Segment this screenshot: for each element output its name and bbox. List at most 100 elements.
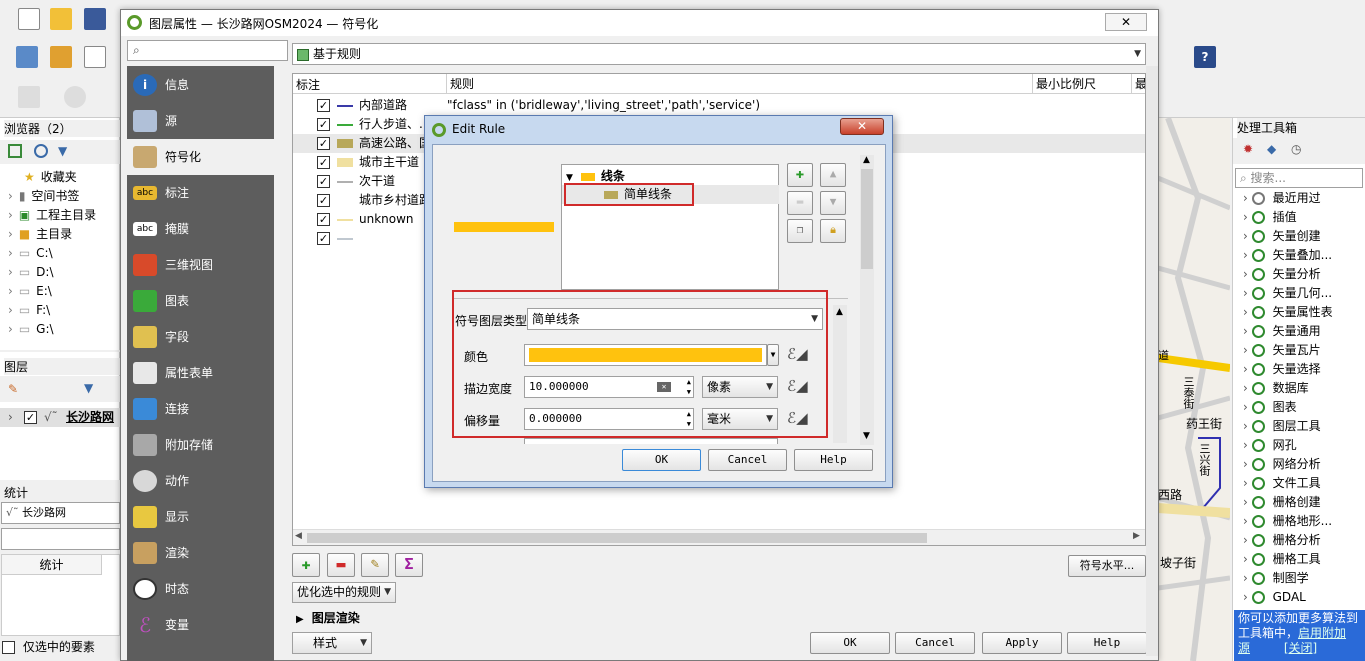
tree-item[interactable]: › ▭ C:\	[0, 244, 53, 263]
tree-item[interactable]: › ▭ D:\	[0, 263, 53, 282]
processing-item[interactable]: › 矢量通用	[1235, 322, 1321, 341]
nav-item-mask[interactable]: abc 掩膜	[127, 211, 274, 247]
filter-icon[interactable]: ▼	[58, 144, 67, 158]
tree-item[interactable]: › ▭ E:\	[0, 282, 52, 301]
nav-item-fields[interactable]: 字段	[127, 319, 274, 355]
processing-item[interactable]: › 制图学	[1235, 569, 1309, 588]
move-up-button[interactable]: ▲	[820, 163, 846, 187]
close-icon[interactable]: ✕	[1105, 13, 1147, 31]
only-selected-checkbox[interactable]	[2, 641, 15, 654]
nav-item-variables[interactable]: ℰ 变量	[127, 607, 274, 643]
style-select[interactable]: 样式 ▼	[292, 632, 372, 654]
nav-item-display[interactable]: 显示	[127, 499, 274, 535]
rule-checkbox[interactable]: ✓	[317, 99, 330, 112]
processing-item[interactable]: › GDAL	[1235, 588, 1306, 607]
processing-item[interactable]: › 矢量分析	[1235, 265, 1321, 284]
help-icon[interactable]: ?	[1194, 46, 1216, 68]
move-down-button[interactable]: ▼	[820, 191, 846, 215]
python-icon[interactable]: ◆	[1267, 142, 1276, 156]
tree-item[interactable]: ★ 收藏夹	[0, 168, 77, 187]
tree-item[interactable]: › ▭ F:\	[0, 301, 50, 320]
col-rule[interactable]: 规则	[446, 74, 474, 94]
processing-item[interactable]: › 栅格创建	[1235, 493, 1321, 512]
processing-item[interactable]: › 数据库	[1235, 379, 1309, 398]
help-button[interactable]: Help	[1067, 632, 1147, 654]
col-min-scale[interactable]: 最小比例尺	[1032, 74, 1096, 94]
add-vector-icon[interactable]	[50, 46, 72, 68]
digitize-icon[interactable]	[84, 46, 106, 68]
processing-item[interactable]: › 矢量几何...	[1235, 284, 1332, 303]
stats-field-select[interactable]	[1, 528, 120, 550]
rule-checkbox[interactable]: ✓	[317, 137, 330, 150]
cancel-button[interactable]: Cancel	[895, 632, 975, 654]
rule-checkbox[interactable]: ✓	[317, 194, 330, 207]
rule-checkbox[interactable]: ✓	[317, 118, 330, 131]
nav-item-diagrams[interactable]: 图表	[127, 283, 274, 319]
nav-item-3d[interactable]: 三维视图	[127, 247, 274, 283]
col-max-scale[interactable]: 最	[1131, 74, 1145, 94]
renderer-select[interactable]: 基于规则 ▼	[292, 43, 1146, 65]
add-layer-icon[interactable]	[16, 46, 38, 68]
processing-item[interactable]: › 矢量叠加...	[1235, 246, 1332, 265]
add-icon[interactable]	[8, 144, 22, 158]
rule-row[interactable]: ✓ 内部道路 "fclass" in ('bridleway','living_st…	[293, 96, 1145, 115]
processing-note-link[interactable]: 源	[1238, 641, 1250, 655]
nav-item-symbology[interactable]: 符号化	[127, 139, 274, 175]
processing-item[interactable]: › 图层工具	[1235, 417, 1321, 436]
edit-rule-scrollbar[interactable]: ▲ ▼	[860, 155, 874, 445]
tree-item[interactable]: › ▭ G:\	[0, 320, 54, 339]
lock-button[interactable]: 🔒︎	[820, 219, 846, 243]
sum-button[interactable]: Σ	[395, 553, 423, 577]
stats-layer-select[interactable]: √˜ 长沙路网OSM2024	[1, 502, 120, 539]
refresh-icon[interactable]	[34, 144, 48, 158]
nav-item-attributes-form[interactable]: 属性表单	[127, 355, 274, 391]
processing-item[interactable]: › 网络分析	[1235, 455, 1321, 474]
nav-item-labels[interactable]: abc 标注	[127, 175, 274, 211]
edit-rule-button[interactable]: ✎	[361, 553, 389, 577]
processing-item[interactable]: › 图表	[1235, 398, 1297, 417]
processing-item[interactable]: › 网孔	[1235, 436, 1297, 455]
processing-item[interactable]: › 矢量瓦片	[1235, 341, 1321, 360]
horizontal-scrollbar[interactable]: ◀ ▶	[293, 529, 1145, 545]
rule-checkbox[interactable]: ✓	[317, 156, 330, 169]
apply-button[interactable]: Apply	[982, 632, 1062, 654]
filter-icon[interactable]: ▼	[84, 381, 93, 395]
close-icon[interactable]: ✕	[840, 118, 884, 135]
processing-item[interactable]: › 栅格地形...	[1235, 512, 1332, 531]
remove-symbol-layer-button[interactable]: ▬	[787, 191, 813, 215]
add-circle-icon[interactable]	[64, 86, 86, 108]
tree-item[interactable]: › ▣ 工程主目录	[0, 206, 96, 225]
nav-item-actions[interactable]: 动作	[127, 463, 274, 499]
layer-row[interactable]: › ✓ √˜ 长沙路网	[0, 408, 120, 427]
col-label[interactable]: 标注	[296, 76, 320, 93]
refine-rule-select[interactable]: 优化选中的规则 ▼	[292, 582, 396, 603]
symbol-levels-button[interactable]: 符号水平...	[1068, 555, 1146, 577]
edit-rule-help-button[interactable]: Help	[794, 449, 873, 471]
remove-rule-button[interactable]: ▬	[327, 553, 355, 577]
add-point-icon[interactable]	[18, 86, 40, 108]
open-folder-icon[interactable]	[50, 8, 72, 30]
nav-item-rendering[interactable]: 渲染	[127, 535, 274, 571]
processing-item[interactable]: › 栅格工具	[1235, 550, 1321, 569]
layer-rendering-section[interactable]: ▶ 图层渲染	[296, 609, 360, 626]
tree-root[interactable]: ▼ 线条	[566, 167, 625, 184]
processing-note-link[interactable]: 启用附加	[1298, 626, 1346, 640]
dialog-scrollbar[interactable]	[1146, 66, 1158, 656]
nav-item-source[interactable]: 源	[127, 103, 274, 139]
nav-item-temporal[interactable]: 时态	[127, 571, 274, 607]
ok-button[interactable]: OK	[810, 632, 890, 654]
rule-checkbox[interactable]: ✓	[317, 232, 330, 245]
add-symbol-layer-button[interactable]: ✚	[787, 163, 813, 187]
nav-item-info[interactable]: i 信息	[127, 67, 274, 103]
processing-item[interactable]: › 文件工具	[1235, 474, 1321, 493]
map-canvas[interactable]: 道 药王街 西路 坡子街 三泰街 三兴街	[1158, 118, 1230, 661]
nav-item-storage[interactable]: 附加存储	[127, 427, 274, 463]
nav-item-joins[interactable]: 连接	[127, 391, 274, 427]
history-icon[interactable]: ◷	[1291, 142, 1301, 156]
only-selected-row[interactable]: 仅选中的要素	[2, 638, 95, 655]
style-icon[interactable]: ✎	[8, 382, 18, 396]
gear-icon[interactable]: ✹	[1243, 142, 1253, 156]
props-scrollbar[interactable]: ▲	[833, 305, 847, 443]
new-project-icon[interactable]	[18, 8, 40, 30]
tree-item[interactable]: › ■ 主目录	[0, 225, 72, 244]
